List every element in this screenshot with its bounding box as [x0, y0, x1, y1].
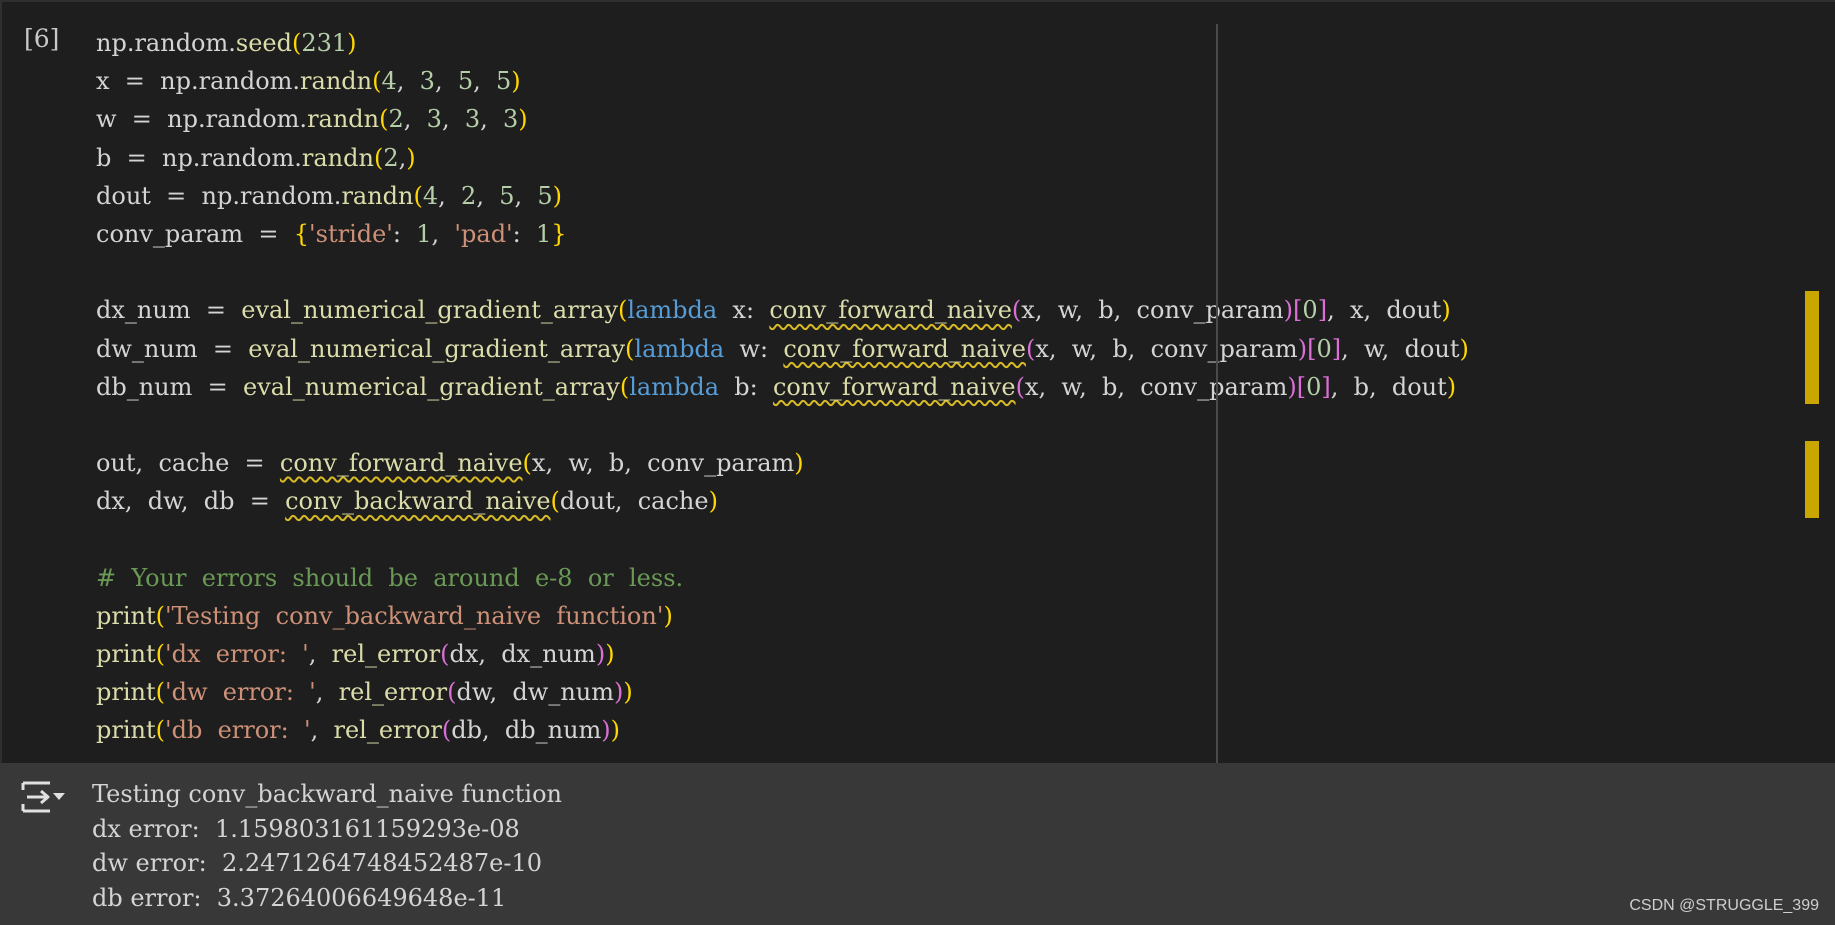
code-line[interactable]: dx_num = eval_numerical_gradient_array(l…	[96, 291, 1469, 329]
output-text: Testing conv_backward_naive function dx e…	[92, 777, 562, 915]
code-line[interactable]: print('dx error: ', rel_error(dx, dx_num…	[96, 635, 1469, 673]
code-line[interactable]	[96, 253, 1469, 291]
code-line[interactable]	[96, 520, 1469, 558]
cell-output: Testing conv_backward_naive function dx e…	[0, 763, 1835, 925]
execution-count: [6]	[24, 24, 60, 53]
code-block[interactable]: np.random.seed(231) x = np.random.randn(4…	[96, 24, 1469, 750]
code-line[interactable]	[96, 406, 1469, 444]
code-line[interactable]: out, cache = conv_forward_naive(x, w, b,…	[96, 444, 1469, 482]
code-line[interactable]: dout = np.random.randn(4, 2, 5, 5)	[96, 177, 1469, 215]
output-line: db error: 3.37264006649648e-11	[92, 883, 507, 912]
code-line[interactable]: db_num = eval_numerical_gradient_array(l…	[96, 368, 1469, 406]
code-line[interactable]: w = np.random.randn(2, 3, 3, 3)	[96, 100, 1469, 138]
watermark: CSDN @STRUGGLE_399	[1629, 897, 1819, 914]
code-line[interactable]: print('db error: ', rel_error(db, db_num…	[96, 711, 1469, 749]
scrollbar-marker[interactable]	[1805, 441, 1819, 518]
code-editor[interactable]: [6] np.random.seed(231) x = np.random.ran…	[0, 0, 1835, 765]
code-line[interactable]: b = np.random.randn(2,)	[96, 139, 1469, 177]
code-line[interactable]: # Your errors should be around e-8 or le…	[96, 559, 1469, 597]
notebook-cell[interactable]: [6] np.random.seed(231) x = np.random.ran…	[0, 0, 1835, 925]
code-line[interactable]: dx, dw, db = conv_backward_naive(dout, c…	[96, 482, 1469, 520]
column-ruler	[1216, 24, 1218, 765]
code-line[interactable]: dw_num = eval_numerical_gradient_array(l…	[96, 330, 1469, 368]
output-toggle-icon[interactable]	[20, 779, 68, 815]
output-line: dx error: 1.159803161159293e-08	[92, 814, 520, 843]
code-line[interactable]: x = np.random.randn(4, 3, 5, 5)	[96, 62, 1469, 100]
code-line[interactable]: print('Testing conv_backward_naive funct…	[96, 597, 1469, 635]
output-line: Testing conv_backward_naive function	[92, 780, 562, 808]
scrollbar-marker[interactable]	[1805, 291, 1819, 404]
code-line[interactable]: print('dw error: ', rel_error(dw, dw_num…	[96, 673, 1469, 711]
code-line[interactable]: np.random.seed(231)	[96, 24, 1469, 62]
output-line: dw error: 2.2471264748452487e-10	[92, 849, 543, 877]
code-line[interactable]: conv_param = {'stride': 1, 'pad': 1}	[96, 215, 1469, 253]
